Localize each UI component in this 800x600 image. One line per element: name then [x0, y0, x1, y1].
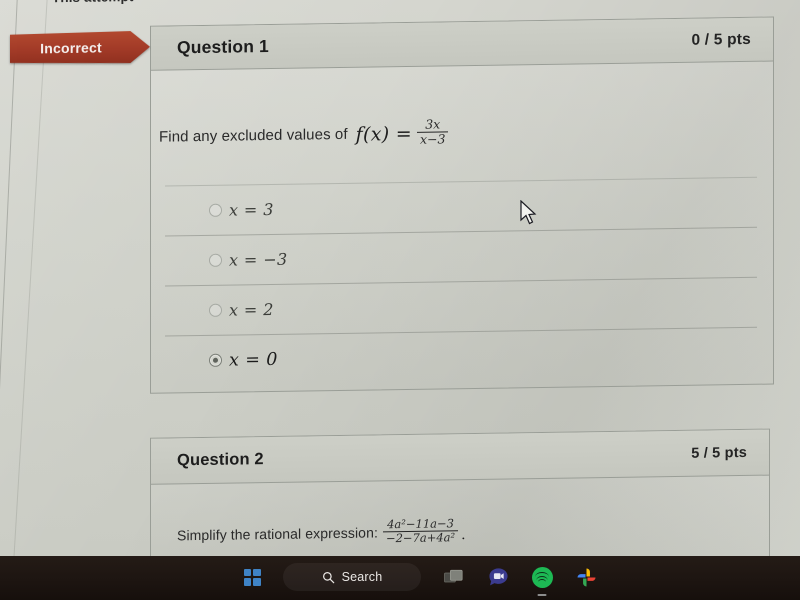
question-card-2: Question 2 5 / 5 pts Simplify the ration…	[150, 428, 770, 558]
function-label: f(x) =	[355, 122, 412, 146]
windows-taskbar: Search	[0, 556, 800, 600]
question-card-1: Question 1 0 / 5 pts Find any excluded v…	[150, 16, 774, 394]
question-2-header: Question 2 5 / 5 pts	[151, 429, 769, 485]
question-1-header: Question 1 0 / 5 pts	[151, 17, 773, 71]
radio-button-icon[interactable]	[209, 303, 222, 317]
status-badge-incorrect: Incorrect	[10, 31, 150, 65]
windows-logo-icon	[243, 568, 261, 586]
question-2-title: Question 2	[177, 450, 264, 470]
radio-button-icon[interactable]	[209, 203, 222, 217]
monitor-photo: This attempt Question 1 0 / 5 pts Find a…	[0, 0, 800, 600]
google-photos-icon	[577, 568, 595, 586]
search-icon	[322, 571, 334, 583]
answer-option-label: x = 3	[229, 199, 274, 220]
answer-option-row-selected[interactable]: x = 0	[165, 326, 757, 386]
spotify-button[interactable]	[523, 560, 561, 596]
start-button[interactable]	[235, 560, 269, 594]
radio-button-selected-icon[interactable]	[209, 353, 222, 367]
expression-denominator: −2−7a+4a²	[385, 530, 456, 546]
answer-option-row[interactable]: x = 3	[165, 176, 757, 236]
task-view-icon	[444, 569, 463, 582]
question-1-points: 0 / 5 pts	[691, 30, 751, 49]
answer-option-label: x = 0	[229, 349, 278, 371]
attempt-note: This attempt	[52, 0, 133, 5]
video-chat-button[interactable]	[479, 560, 517, 594]
spotify-icon	[531, 566, 553, 588]
answer-option-label: x = 2	[229, 299, 274, 320]
expression-period: .	[461, 526, 466, 543]
search-label: Search	[341, 570, 383, 584]
question-2-points: 5 / 5 pts	[691, 444, 747, 462]
google-photos-button[interactable]	[567, 560, 605, 594]
expression-numerator: 4a²−11a−3	[387, 516, 454, 532]
function-fraction: 3x x−3	[417, 116, 449, 147]
question-1-prompt-text: Find any excluded values of	[159, 125, 348, 146]
video-chat-icon	[488, 567, 508, 585]
canvas-quiz-page: This attempt Question 1 0 / 5 pts Find a…	[0, 0, 800, 558]
running-indicator	[537, 594, 547, 596]
question-1-title: Question 1	[177, 36, 269, 58]
radio-button-icon[interactable]	[209, 253, 222, 267]
answer-option-label: x = −3	[229, 249, 288, 270]
monitor-screen: This attempt Question 1 0 / 5 pts Find a…	[0, 0, 800, 558]
answer-options-list: x = 3 x = −3 x = 2 x = 0	[165, 176, 757, 386]
answer-option-row[interactable]: x = 2	[165, 276, 757, 336]
question-1-prompt: Find any excluded values of f(x) = 3x x−…	[159, 116, 450, 151]
task-view-button[interactable]	[435, 560, 473, 594]
search-input[interactable]: Search	[283, 563, 421, 591]
answer-option-row[interactable]: x = −3	[165, 226, 757, 286]
badge-label: Incorrect	[40, 39, 102, 57]
function-numerator: 3x	[425, 116, 441, 132]
expression-fraction: 4a²−11a−3 −2−7a+4a²	[382, 516, 459, 546]
question-2-prompt-text: Simplify the rational expression:	[177, 524, 378, 544]
function-denominator: x−3	[420, 131, 446, 147]
question-2-prompt: Simplify the rational expression: 4a²−11…	[177, 516, 466, 549]
